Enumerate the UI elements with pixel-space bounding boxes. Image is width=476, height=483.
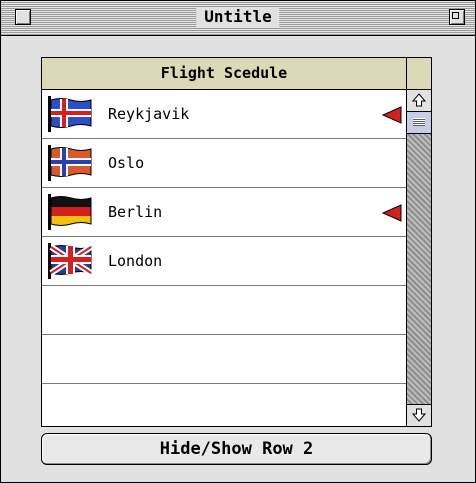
vertical-scrollbar[interactable] <box>406 90 431 426</box>
header-corner <box>406 58 431 90</box>
uk-flag-icon <box>46 243 94 279</box>
table-row[interactable]: Oslo <box>42 139 406 188</box>
window-title: Untitle <box>196 7 280 27</box>
city-name: London <box>108 252 163 270</box>
list-rows: Reykjavik Oslo Berlin London <box>42 90 406 433</box>
scroll-down-arrow-icon[interactable] <box>407 404 431 426</box>
table-row-empty[interactable] <box>42 335 406 384</box>
table-row-empty[interactable] <box>42 286 406 335</box>
scroll-thumb[interactable] <box>407 112 431 134</box>
list-header[interactable]: Flight Scedule <box>42 58 406 90</box>
scroll-up-arrow-icon[interactable] <box>407 90 431 112</box>
city-name: Reykjavik <box>108 105 190 123</box>
germany-flag-icon <box>46 194 94 230</box>
table-row[interactable]: London <box>42 237 406 286</box>
norway-flag-icon <box>46 145 94 181</box>
close-box-icon[interactable] <box>15 9 31 25</box>
iceland-flag-icon <box>46 96 94 132</box>
city-name: Oslo <box>108 154 145 172</box>
table-row-empty[interactable] <box>42 384 406 433</box>
city-name: Berlin <box>108 203 163 221</box>
zoom-box-icon[interactable] <box>449 9 465 25</box>
table-row[interactable]: Berlin <box>42 188 406 237</box>
flight-schedule-list: Flight Scedule Reykjavik Oslo Berlin Lon… <box>41 57 432 427</box>
table-row[interactable]: Reykjavik <box>42 90 406 139</box>
app-window: Untitle Flight Scedule Reykjavik Oslo Be… <box>0 0 476 483</box>
hide-show-row-button[interactable]: Hide/Show Row 2 <box>41 433 432 465</box>
title-bar[interactable]: Untitle <box>1 1 475 36</box>
